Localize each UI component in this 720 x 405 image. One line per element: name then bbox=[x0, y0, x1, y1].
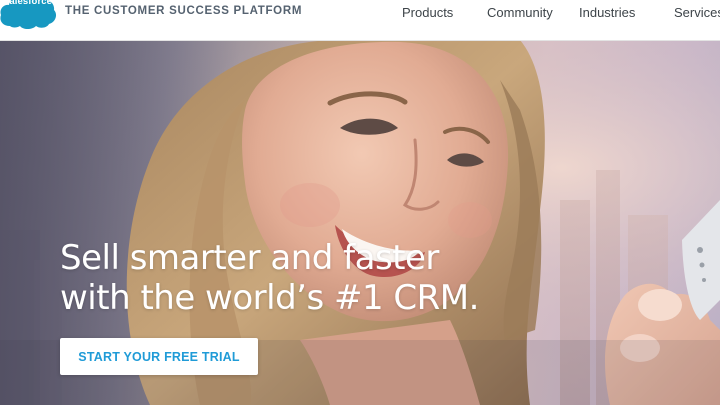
page: salesforce THE CUSTOMER SUCCESS PLATFORM… bbox=[0, 0, 720, 405]
logo-text: salesforce bbox=[4, 0, 53, 7]
start-free-trial-button[interactable]: START YOUR FREE TRIAL bbox=[60, 338, 258, 375]
top-header: salesforce THE CUSTOMER SUCCESS PLATFORM… bbox=[0, 0, 720, 41]
nav-community[interactable]: Community bbox=[487, 5, 553, 20]
nav-industries[interactable]: Industries bbox=[579, 5, 635, 20]
headline-line-2: with the world’s #1 CRM. bbox=[60, 278, 479, 318]
hero-banner: Sell smarter and faster with the world’s… bbox=[0, 40, 720, 405]
salesforce-logo[interactable]: salesforce bbox=[0, 0, 58, 32]
nav-services[interactable]: Services bbox=[674, 5, 720, 20]
platform-tagline: THE CUSTOMER SUCCESS PLATFORM bbox=[65, 5, 303, 17]
nav-products[interactable]: Products bbox=[402, 5, 453, 20]
hero-headline: Sell smarter and faster with the world’s… bbox=[60, 238, 660, 318]
headline-line-1: Sell smarter and faster bbox=[60, 238, 439, 278]
